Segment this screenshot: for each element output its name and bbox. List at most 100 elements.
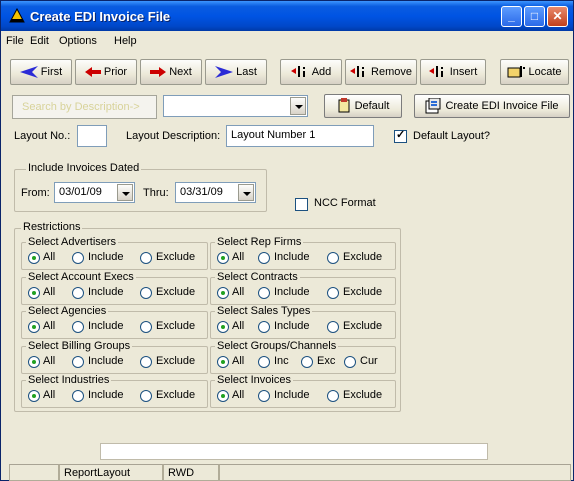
industries-exclude-label: Exclude [156,389,196,401]
minimize-icon: _ [508,9,515,23]
contracts-exclude-label: Exclude [343,286,383,298]
add-button[interactable]: Add [280,59,342,85]
remove-button[interactable]: Remove [345,59,417,85]
locate-button[interactable]: Locate [500,59,569,85]
industries-include-radio[interactable] [72,390,84,402]
default-layout-checkbox[interactable] [394,128,407,143]
account-execs-title: Select Account Execs [26,271,136,283]
close-button[interactable]: ✕ [547,6,568,27]
account-execs-exclude-label: Exclude [156,286,196,298]
chevron-down-icon[interactable] [290,97,306,115]
industries-exclude-radio[interactable] [140,390,152,402]
rep-firms-all-label: All [232,251,245,263]
next-button[interactable]: Next [140,59,202,85]
menu-help[interactable]: Help [114,35,137,47]
account-execs-all-radio[interactable] [28,287,40,299]
next-arrow-icon [150,67,167,77]
insert-icon [428,66,443,77]
rep-firms-include-label: Include [274,251,310,263]
advertisers-exclude-label: Exclude [156,251,196,263]
layout-no-field[interactable] [77,125,107,147]
last-button[interactable]: Last [205,59,267,85]
prior-label: Prior [103,66,128,78]
agencies-include-radio[interactable] [72,321,84,333]
app-icon [9,8,25,23]
sales-types-all-label: All [232,320,245,332]
insert-button[interactable]: Insert [420,59,486,85]
default-icon [338,98,350,113]
from-date-value: 03/01/09 [59,186,102,198]
rep-firms-all-radio[interactable] [217,252,229,264]
groups-channels-inc-label: Inc [274,355,289,367]
contracts-exclude-radio[interactable] [327,287,339,299]
first-button[interactable]: First [10,59,72,85]
create-edi-button[interactable]: Create EDI Invoice File [414,94,570,118]
from-date-select[interactable]: 03/01/09 [54,182,135,203]
groups-channels-inc-radio[interactable] [258,356,270,368]
insert-label: Insert [449,66,478,78]
default-button[interactable]: Default [324,94,402,118]
invoices-exclude-label: Exclude [343,389,383,401]
ncc-format-label: NCC Format [314,197,376,209]
remove-icon [350,66,365,77]
locate-label: Locate [528,66,562,78]
menu-edit[interactable]: Edit [30,35,49,47]
agencies-all-radio[interactable] [28,321,40,333]
industries-all-radio[interactable] [28,390,40,402]
invoices-all-radio[interactable] [217,390,229,402]
contracts-include-radio[interactable] [258,287,270,299]
account-execs-all-label: All [43,286,56,298]
maximize-button[interactable]: □ [524,6,545,27]
search-by-description-button[interactable]: Search by Description-> [12,95,157,119]
thru-date-select[interactable]: 03/31/09 [175,182,256,203]
app-window: Create EDI Invoice File _ □ ✕ File Edit … [0,0,574,481]
account-execs-exclude-radio[interactable] [140,287,152,299]
contracts-all-radio[interactable] [217,287,229,299]
advertisers-include-label: Include [88,251,124,263]
advertisers-all-radio[interactable] [28,252,40,264]
minimize-button[interactable]: _ [501,6,522,27]
agencies-exclude-radio[interactable] [140,321,152,333]
chevron-down-icon[interactable] [238,184,254,201]
prior-button[interactable]: Prior [75,59,137,85]
rep-firms-include-radio[interactable] [258,252,270,264]
last-label: Last [236,66,257,78]
last-arrow-icon [215,66,234,78]
sales-types-include-radio[interactable] [258,321,270,333]
groups-channels-cur-radio[interactable] [344,356,356,368]
rep-firms-exclude-radio[interactable] [327,252,339,264]
title-bar[interactable]: Create EDI Invoice File _ □ ✕ [1,1,573,31]
sales-types-exclude-radio[interactable] [327,321,339,333]
default-layout-label: Default Layout? [413,130,491,142]
layout-no-label: Layout No.: [14,130,71,142]
window-title: Create EDI Invoice File [30,9,171,24]
from-label: From: [21,187,50,199]
layout-description-field[interactable]: Layout Number 1 [226,125,374,147]
groups-channels-all-radio[interactable] [217,356,229,368]
sales-types-all-radio[interactable] [217,321,229,333]
account-execs-include-label: Include [88,286,124,298]
menu-file[interactable]: File [6,35,24,47]
locate-icon [507,66,526,78]
menu-options[interactable]: Options [59,35,97,47]
advertisers-all-label: All [43,251,56,263]
chevron-down-icon[interactable] [117,184,133,201]
status-bar: ReportLayout RWD [1,464,573,481]
agencies-title: Select Agencies [26,305,109,317]
billing-groups-include-radio[interactable] [72,356,84,368]
maximize-icon: □ [530,9,539,23]
remove-label: Remove [371,66,412,78]
invoices-include-radio[interactable] [258,390,270,402]
ncc-format-checkbox[interactable] [295,198,308,211]
search-combo[interactable] [163,95,308,117]
billing-groups-all-radio[interactable] [28,356,40,368]
progress-bar [100,443,488,460]
advertisers-exclude-radio[interactable] [140,252,152,264]
invoices-all-label: All [232,389,245,401]
invoices-exclude-radio[interactable] [327,390,339,402]
industries-include-label: Include [88,389,124,401]
advertisers-include-radio[interactable] [72,252,84,264]
groups-channels-exc-radio[interactable] [301,356,313,368]
account-execs-include-radio[interactable] [72,287,84,299]
billing-groups-exclude-radio[interactable] [140,356,152,368]
